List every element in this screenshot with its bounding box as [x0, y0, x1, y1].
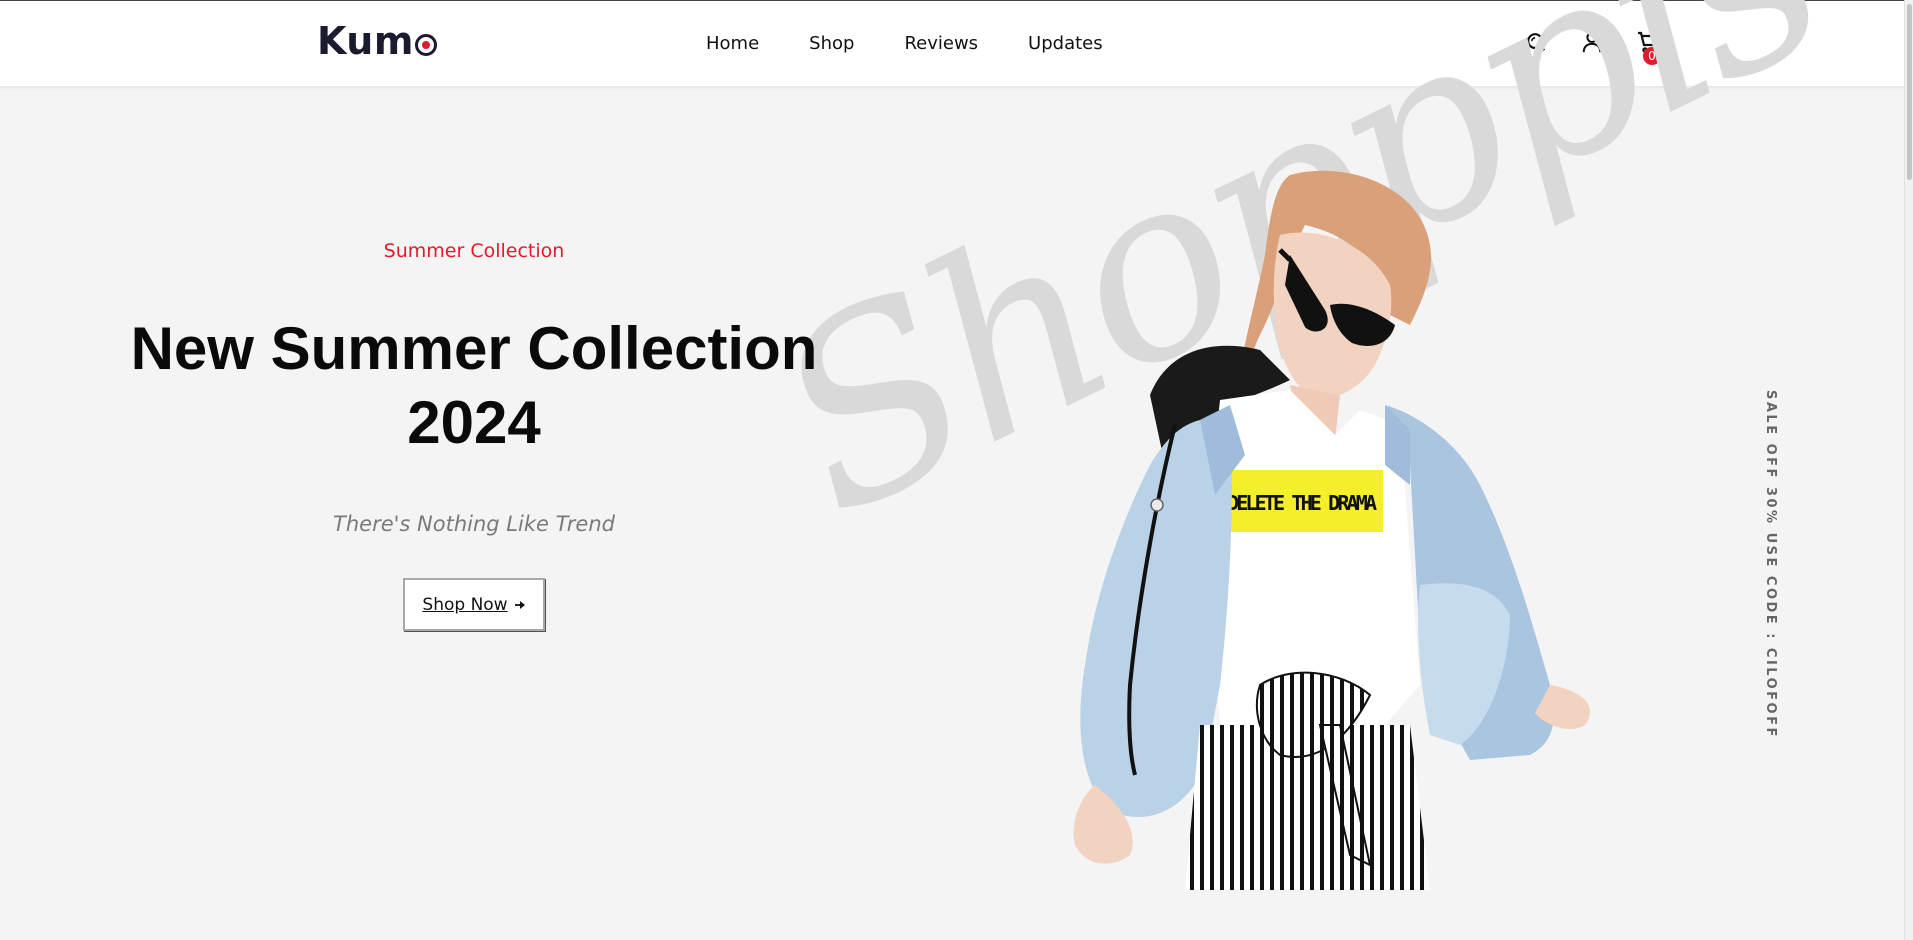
- hero-tagline: There's Nothing Like Trend: [333, 512, 615, 536]
- shop-now-label: Shop Now: [422, 594, 508, 615]
- main-nav: Home Shop Reviews Updates: [706, 33, 1103, 54]
- logo[interactable]: Kum: [317, 19, 437, 63]
- nav-home[interactable]: Home: [706, 33, 759, 54]
- shirt-print: DELETE THE DRAMA: [1227, 491, 1377, 515]
- scrollbar-thumb[interactable]: [1907, 4, 1912, 180]
- page-scrollbar[interactable]: [1904, 0, 1913, 940]
- logo-dot-icon: [414, 34, 437, 56]
- side-promo-text: SALE OFF 30% USE CODE : CILOFOFF: [1763, 390, 1778, 739]
- shop-now-button[interactable]: Shop Now: [403, 578, 545, 631]
- nav-reviews[interactable]: Reviews: [904, 33, 978, 54]
- nav-updates[interactable]: Updates: [1028, 33, 1103, 54]
- hero-headline-line2: 2024: [407, 389, 541, 456]
- hero-model-image: DELETE THE DRAMA: [1073, 170, 1591, 890]
- nav-shop[interactable]: Shop: [809, 33, 854, 54]
- hero-headline-line1: New Summer Collection: [130, 315, 818, 382]
- hero-kicker: Summer Collection: [383, 240, 565, 262]
- hero-content: Summer Collection New Summer Collection …: [100, 240, 848, 631]
- arrow-right-icon: [514, 600, 525, 609]
- logo-text: Kum: [317, 19, 414, 63]
- hero-headline: New Summer Collection 2024: [100, 312, 848, 460]
